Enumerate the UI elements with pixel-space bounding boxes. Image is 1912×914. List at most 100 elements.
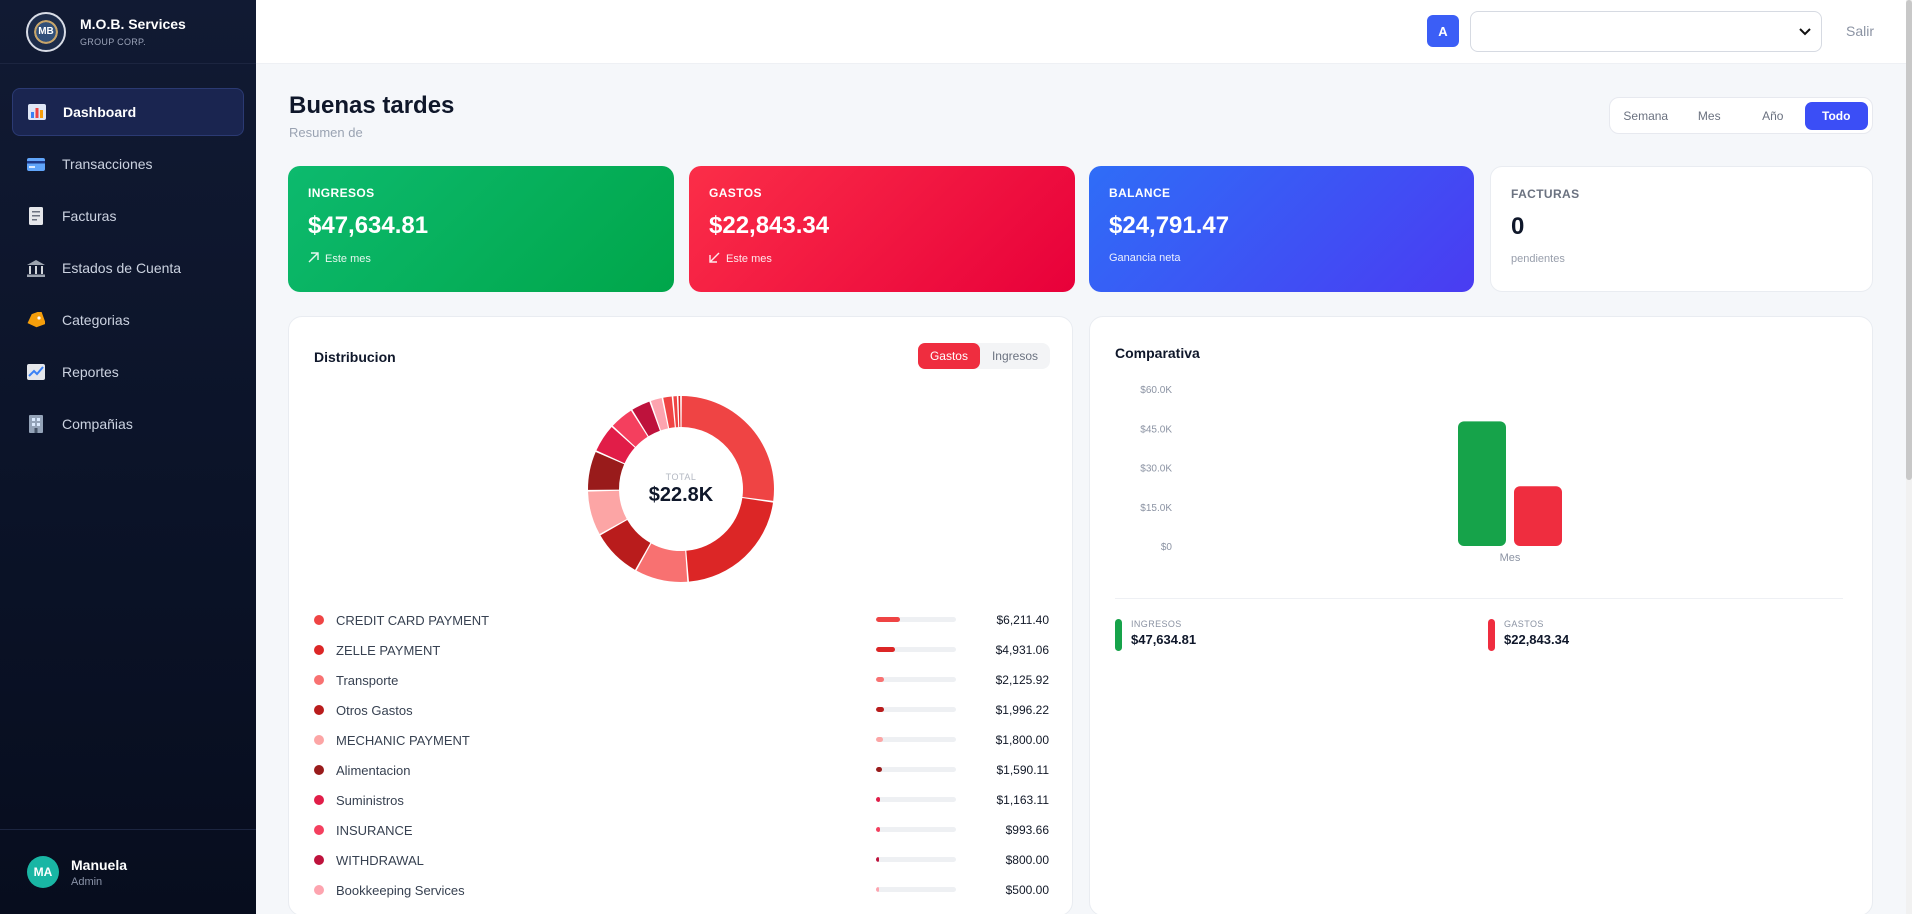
summary-value: $22,843.34 <box>1504 632 1570 647</box>
legend-row[interactable]: ZELLE PAYMENT $4,931.06 <box>314 635 1049 665</box>
legend-progress-bar <box>876 827 956 832</box>
legend-category-name: WITHDRAWAL <box>336 852 424 868</box>
bar-ingresos[interactable] <box>1458 421 1506 546</box>
toggle-ingresos-button[interactable]: Ingresos <box>980 343 1050 369</box>
sidebar-item-categorias[interactable]: Categorias <box>12 296 244 344</box>
y-tick-label: $60.0K <box>1140 385 1172 396</box>
distribution-panel: Distribucion Gastos Ingresos TOTAL $22.8… <box>288 316 1073 914</box>
avatar: MA <box>27 856 59 888</box>
sidebar-item-label: Categorias <box>62 312 130 328</box>
legend-amount: $800.00 <box>1005 853 1049 867</box>
card-value: 0 <box>1511 213 1525 240</box>
legend-row[interactable]: WITHDRAWAL $800.00 <box>314 845 1049 875</box>
sidebar-item-estados-de-cuenta[interactable]: Estados de Cuenta <box>12 244 244 292</box>
legend-amount: $993.66 <box>1005 823 1049 837</box>
sidebar-item-label: Facturas <box>62 208 117 224</box>
legend-category-name: MECHANIC PAYMENT <box>336 732 470 748</box>
legend-row[interactable]: Alimentacion $1,590.11 <box>314 755 1049 785</box>
legend-progress-fill <box>876 797 881 802</box>
legend-row[interactable]: Suministros $1,163.11 <box>314 785 1049 815</box>
period-selector: Semana Mes Año Todo <box>1609 97 1873 134</box>
donut-slice[interactable] <box>678 396 681 428</box>
summary-value: $47,634.81 <box>1131 632 1197 647</box>
legend-progress-bar <box>876 737 956 742</box>
scrollbar-thumb[interactable] <box>1906 0 1912 480</box>
card-subtext: pendientes <box>1511 253 1565 265</box>
summary-color-bar <box>1115 619 1122 651</box>
legend-progress-fill <box>876 857 880 862</box>
legend-progress-bar <box>876 707 956 712</box>
card-subtext: Ganancia neta <box>1109 252 1181 264</box>
sidebar-item-label: Compañias <box>62 416 133 432</box>
donut-slice[interactable] <box>681 396 774 501</box>
legend-row[interactable]: Otros Gastos $1,996.22 <box>314 695 1049 725</box>
legend-amount: $1,800.00 <box>995 733 1049 747</box>
card-value: $24,791.47 <box>1109 212 1230 239</box>
logout-button[interactable]: Salir <box>1846 23 1874 39</box>
sidebar-item-label: Dashboard <box>63 104 137 120</box>
period-todo-button[interactable]: Todo <box>1804 101 1868 130</box>
legend-amount: $1,163.11 <box>996 793 1050 807</box>
card-value: $47,634.81 <box>308 212 429 239</box>
card-value: $22,843.34 <box>709 212 830 239</box>
sidebar-item-facturas[interactable]: Facturas <box>12 192 244 240</box>
toggle-gastos-button[interactable]: Gastos <box>917 343 980 369</box>
page-subtitle: Resumen de <box>289 125 363 140</box>
distribution-donut-chart <box>588 396 774 582</box>
legend-color-dot <box>314 735 324 745</box>
period-ano-button[interactable]: Año <box>1741 102 1805 130</box>
period-mes-button[interactable]: Mes <box>1678 102 1742 130</box>
legend-category-name: Transporte <box>336 672 399 688</box>
summary-color-bar <box>1488 619 1495 651</box>
page-title: Buenas tardes <box>289 92 455 119</box>
legend-category-name: INSURANCE <box>336 822 413 838</box>
bar-gastos[interactable] <box>1514 486 1562 546</box>
bank-icon <box>26 259 46 277</box>
company-logo: MB <box>26 11 66 52</box>
legend-row[interactable]: INSURANCE $993.66 <box>314 815 1049 845</box>
scrollbar[interactable] <box>1906 0 1912 914</box>
legend-color-dot <box>314 675 324 685</box>
legend-amount: $4,931.06 <box>995 643 1049 657</box>
comparativa-bar-chart: $0 $15.0K $30.0K $45.0K $60.0K Mes <box>1140 385 1562 564</box>
x-tick-label: Mes <box>1500 552 1521 564</box>
legend-row[interactable]: Transporte $2,125.92 <box>314 665 1049 695</box>
tag-icon <box>26 311 46 329</box>
legend-progress-fill <box>876 887 880 892</box>
legend-category-name: CREDIT CARD PAYMENT <box>336 612 490 628</box>
legend-color-dot <box>314 645 324 655</box>
legend-progress-fill <box>876 767 883 772</box>
sidebar-item-label: Transacciones <box>62 156 153 172</box>
arrow-up-right-icon <box>308 252 319 266</box>
sidebar: MB M.O.B. Services GROUP CORP. Dashboard… <box>0 0 256 914</box>
sidebar-item-transacciones[interactable]: Transacciones <box>12 140 244 188</box>
legend-row[interactable]: GARAGE RENT PAYMENT$400.00 <box>314 905 1049 914</box>
sidebar-item-reportes[interactable]: Reportes <box>12 348 244 396</box>
sidebar-item-dashboard[interactable]: Dashboard <box>12 88 244 136</box>
legend-category-name: Alimentacion <box>336 762 411 778</box>
legend-progress-fill <box>876 707 884 712</box>
legend-row[interactable]: MECHANIC PAYMENT $1,800.00 <box>314 725 1049 755</box>
legend-progress-fill <box>876 617 900 622</box>
user-profile[interactable]: MA Manuela Admin <box>0 829 256 914</box>
facturas-card: FACTURAS 0 pendientes <box>1490 166 1873 292</box>
card-label: BALANCE <box>1109 186 1171 200</box>
card-label: INGRESOS <box>308 186 375 200</box>
card-label: FACTURAS <box>1511 187 1580 201</box>
donut-slice[interactable] <box>686 498 774 582</box>
summary-ingresos: INGRESOS $47,634.81 <box>1115 619 1196 651</box>
legend-progress-bar <box>876 647 956 652</box>
legend-row[interactable]: Bookkeeping Services $500.00 <box>314 875 1049 905</box>
user-avatar-button[interactable]: A <box>1427 15 1459 47</box>
brand[interactable]: MB M.O.B. Services GROUP CORP. <box>0 0 256 64</box>
chevron-down-icon <box>1799 25 1811 39</box>
legend-progress-fill <box>876 737 883 742</box>
period-semana-button[interactable]: Semana <box>1614 102 1678 130</box>
distribution-title: Distribucion <box>314 349 396 365</box>
legend-color-dot <box>314 855 324 865</box>
legend-color-dot <box>314 795 324 805</box>
card-subtext: Este mes <box>726 253 772 265</box>
sidebar-item-companias[interactable]: Compañias <box>12 400 244 448</box>
legend-row[interactable]: CREDIT CARD PAYMENT $6,211.40 <box>314 605 1049 635</box>
company-select[interactable] <box>1470 11 1822 52</box>
